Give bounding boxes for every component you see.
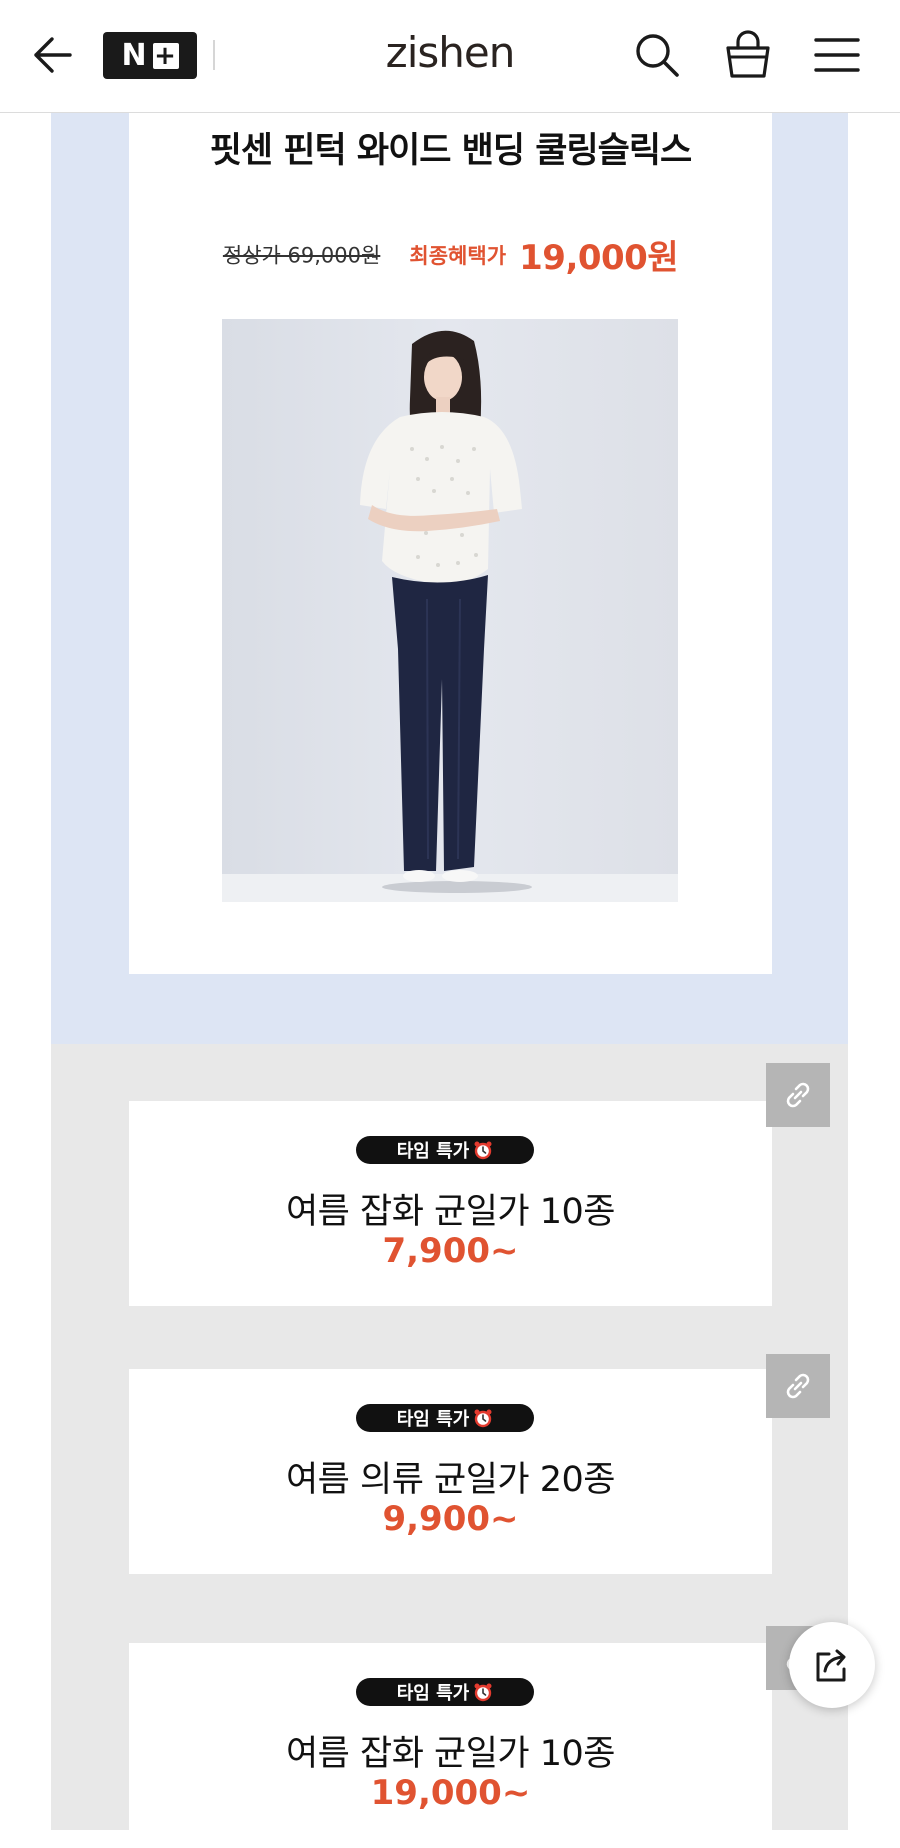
shopping-bag-icon (726, 30, 770, 78)
time-deal-badge: 타임 특가 (356, 1404, 534, 1432)
share-button[interactable] (789, 1622, 875, 1708)
arrow-left-icon (34, 37, 72, 73)
product-photo[interactable] (222, 319, 678, 902)
alarm-clock-icon (474, 1141, 492, 1160)
final-price: 19,000원 (519, 238, 679, 278)
back-button[interactable] (28, 30, 78, 80)
brand-logo[interactable]: zishen (386, 28, 516, 77)
final-price-label: 최종혜택가 (409, 243, 507, 268)
search-icon (636, 34, 679, 77)
deal-title: 여름 잡화 균일가 10종 (285, 1734, 616, 1774)
alarm-clock-icon (474, 1409, 492, 1428)
cart-button[interactable] (722, 28, 774, 82)
naver-plus-n: N (121, 38, 148, 73)
header-divider (213, 40, 215, 70)
deal-card[interactable]: 타임 특가 여름 잡화 균일가 10종 7,900~ (129, 1101, 772, 1306)
time-deal-badge-label: 타임 특가 (396, 1409, 470, 1430)
deal-title: 여름 의류 균일가 20종 (285, 1460, 616, 1500)
price-row: 정상가 69,000원 최종혜택가 19,000원 (129, 230, 772, 279)
copy-link-button[interactable] (766, 1063, 830, 1127)
hamburger-menu-icon (814, 38, 860, 72)
model-photo-illustration (222, 319, 678, 902)
naver-plus-plus: + (152, 40, 179, 71)
naver-plus-badge[interactable]: N + (103, 32, 197, 79)
deal-card[interactable]: 타임 특가 여름 의류 균일가 20종 9,900~ (129, 1369, 772, 1574)
share-icon (816, 1649, 846, 1682)
link-icon (786, 1082, 810, 1108)
original-price: 정상가 69,000원 (222, 243, 381, 268)
deal-price: 19,000~ (370, 1773, 531, 1813)
alarm-clock-icon (474, 1683, 492, 1702)
product-promo-card[interactable]: 핏센 핀턱 와이드 밴딩 쿨링슬릭스 정상가 69,000원 최종혜택가 19,… (129, 112, 772, 974)
link-icon (786, 1373, 810, 1399)
deal-price: 9,900~ (382, 1499, 519, 1539)
time-deal-badge: 타임 특가 (356, 1136, 534, 1164)
deal-price: 7,900~ (382, 1231, 519, 1271)
deal-card[interactable]: 타임 특가 여름 잡화 균일가 10종 19,000~ (129, 1643, 772, 1848)
product-title: 핏센 핀턱 와이드 밴딩 쿨링슬릭스 (209, 131, 693, 171)
time-deal-badge-label: 타임 특가 (396, 1141, 470, 1162)
deal-title: 여름 잡화 균일가 10종 (285, 1192, 616, 1232)
copy-link-button[interactable] (766, 1354, 830, 1418)
time-deal-badge: 타임 특가 (356, 1678, 534, 1706)
time-deal-badge-label: 타임 특가 (396, 1683, 470, 1704)
search-button[interactable] (632, 30, 682, 80)
top-navigation-bar: N + zishen (0, 0, 900, 113)
menu-button[interactable] (812, 32, 862, 78)
